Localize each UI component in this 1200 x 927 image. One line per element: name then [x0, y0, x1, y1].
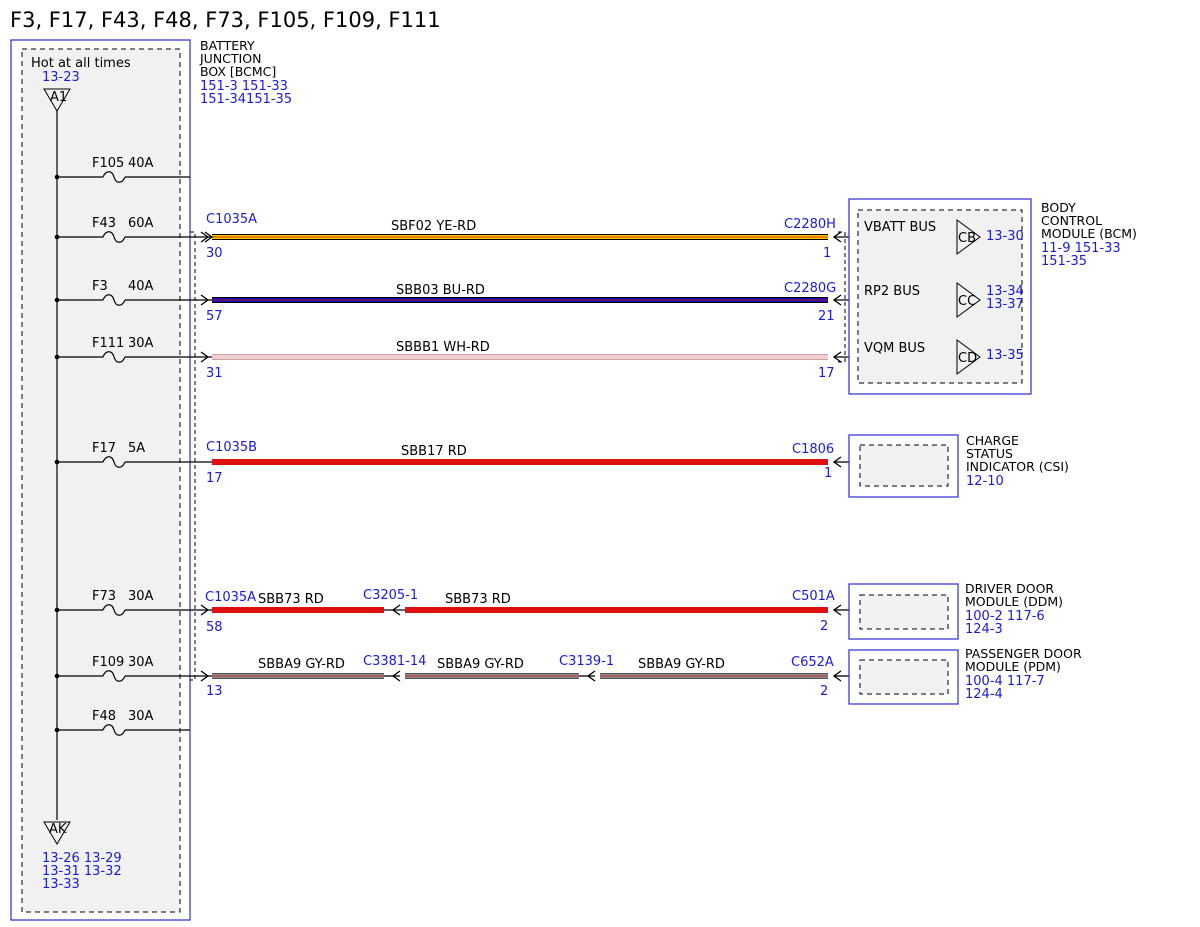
wire-label-sbb73-b: SBB73 RD [445, 592, 511, 607]
bcm-input-vbatt: VBATT BUS [864, 220, 936, 235]
wire-label-sbbb1: SBBB1 WH-RD [396, 340, 490, 355]
c1035a-label-1: C1035A [206, 212, 257, 227]
circuit-sbbb1: 31 SBBB1 WH-RD 17 [206, 340, 835, 381]
bottom-ref-3: 13-33 [42, 877, 80, 892]
fuse-rating-label: 30A [128, 589, 154, 604]
bcm-cb-ref: 13-30 [986, 229, 1024, 244]
pin-17-bjb: 17 [206, 471, 223, 486]
pin-2-ddm: 2 [820, 619, 828, 634]
c1035a-label-2: C1035A [205, 590, 256, 605]
wire-label-sbba9-c: SBBA9 GY-RD [638, 657, 725, 672]
fuse-id-label: F111 [92, 336, 124, 351]
c1806-label: C1806 [792, 442, 834, 457]
fuse-id-label: F109 [92, 655, 124, 670]
circuit-sbb73: C1035A 58 SBB73 RD C3205-1 SBB73 RD C501… [205, 588, 835, 635]
c2280h-label: C2280H [784, 217, 836, 232]
bcm-input-rp2: RP2 BUS [864, 284, 920, 299]
fuse-rating-label: 5A [128, 441, 145, 456]
fuse-rating-label: 40A [128, 279, 154, 294]
pin-1-csi: 1 [824, 466, 832, 481]
c2280g-label: C2280G [784, 281, 836, 296]
wire-label-sbb73-a: SBB73 RD [258, 592, 324, 607]
bcm-cc-ref-2: 13-37 [986, 297, 1024, 312]
wiring-diagram-page: F3, F17, F43, F48, F73, F105, F109, F111… [0, 0, 1200, 927]
circuit-sbf02: C1035A 30 SBF02 YE-RD C2280H 1 [206, 212, 836, 261]
pin-cb: CB [958, 231, 976, 246]
ddm-name-2: MODULE (DDM) [965, 594, 1063, 609]
fuse-rating-label: 30A [128, 655, 154, 670]
c1035b-label: C1035B [206, 440, 257, 455]
body-control-module: VBATT BUS RP2 BUS VQM BUS CB CC CD 13-30… [848, 198, 1032, 395]
pin-1-bcm: 1 [823, 246, 831, 261]
fuse-rating-label: 60A [128, 216, 154, 231]
c652a-label: C652A [791, 655, 834, 670]
connector-ak-label: AK [49, 822, 67, 837]
bcm-name-3: MODULE (BCM) [1041, 226, 1137, 241]
fuse-rating-label: 40A [128, 156, 154, 171]
fuse-id-label: F48 [92, 709, 116, 724]
fuse-id-label: F43 [92, 216, 116, 231]
bjb-name-3: BOX [BCMC] [200, 64, 276, 79]
c3205-label: C3205-1 [363, 588, 418, 603]
wire-label-sbba9-a: SBBA9 GY-RD [258, 657, 345, 672]
wire-label-sbba9-b: SBBA9 GY-RD [437, 657, 524, 672]
fuse-id-label: F105 [92, 156, 124, 171]
fuse-id-label: F17 [92, 441, 116, 456]
csi-ref: 12-10 [966, 474, 1004, 489]
c501a-label: C501A [792, 589, 835, 604]
circuit-sbba9: 13 SBBA9 GY-RD C3381-14 SBBA9 GY-RD C313… [206, 654, 834, 699]
pin-30: 30 [206, 246, 223, 261]
pin-cc: CC [958, 294, 976, 309]
fuse-id-label: F73 [92, 589, 116, 604]
c3139-label: C3139-1 [559, 654, 614, 669]
fuse-rating-label: 30A [128, 709, 154, 724]
circuit-sbb03: 57 SBB03 BU-RD C2280G 21 [206, 281, 836, 324]
bcm-cd-ref: 13-35 [986, 348, 1024, 363]
pdm-ref-2: 124-4 [965, 687, 1003, 702]
pin-58: 58 [206, 620, 223, 635]
driver-door-module [848, 583, 959, 640]
bjb-inner [21, 48, 181, 913]
charge-status-indicator [848, 434, 959, 498]
wire-label-sbb17: SBB17 RD [401, 444, 467, 459]
csi-name-3: INDICATOR (CSI) [966, 459, 1069, 474]
bjb-ref-2: 151-34151-35 [200, 92, 292, 107]
pdm-name-2: MODULE (PDM) [965, 659, 1061, 674]
fuse-id-label: F3 [92, 279, 108, 294]
wiring-diagram: F3, F17, F43, F48, F73, F105, F109, F111… [10, 8, 1137, 921]
pin-2-pdm: 2 [820, 684, 828, 699]
bcm-ref-2: 151-35 [1041, 254, 1087, 269]
hot-ref: 13-23 [42, 70, 80, 85]
fuse-rating-label: 30A [128, 336, 154, 351]
wire-label-sbf02: SBF02 YE-RD [391, 219, 476, 234]
wire-label-sbb03: SBB03 BU-RD [396, 283, 485, 298]
connector-a1-label: A1 [50, 90, 67, 105]
bcm-input-vqm: VQM BUS [864, 341, 925, 356]
hot-label: Hot at all times [31, 56, 131, 71]
pin-31: 31 [206, 366, 223, 381]
c1035-bracket [190, 231, 196, 681]
pin-cd: CD [958, 351, 977, 366]
battery-junction-box: Hot at all times 13-23 A1 AK 13-26 13-29… [10, 39, 191, 921]
circuit-sbb17: C1035B 17 SBB17 RD C1806 1 [206, 440, 834, 486]
pin-57: 57 [206, 309, 223, 324]
passenger-door-module [848, 649, 959, 705]
pin-21: 21 [818, 309, 835, 324]
page-title: F3, F17, F43, F48, F73, F105, F109, F111 [10, 8, 441, 32]
c3381-label: C3381-14 [363, 654, 426, 669]
pin-13: 13 [206, 684, 223, 699]
ddm-ref-2: 124-3 [965, 622, 1003, 637]
pin-17-bcm: 17 [818, 366, 835, 381]
